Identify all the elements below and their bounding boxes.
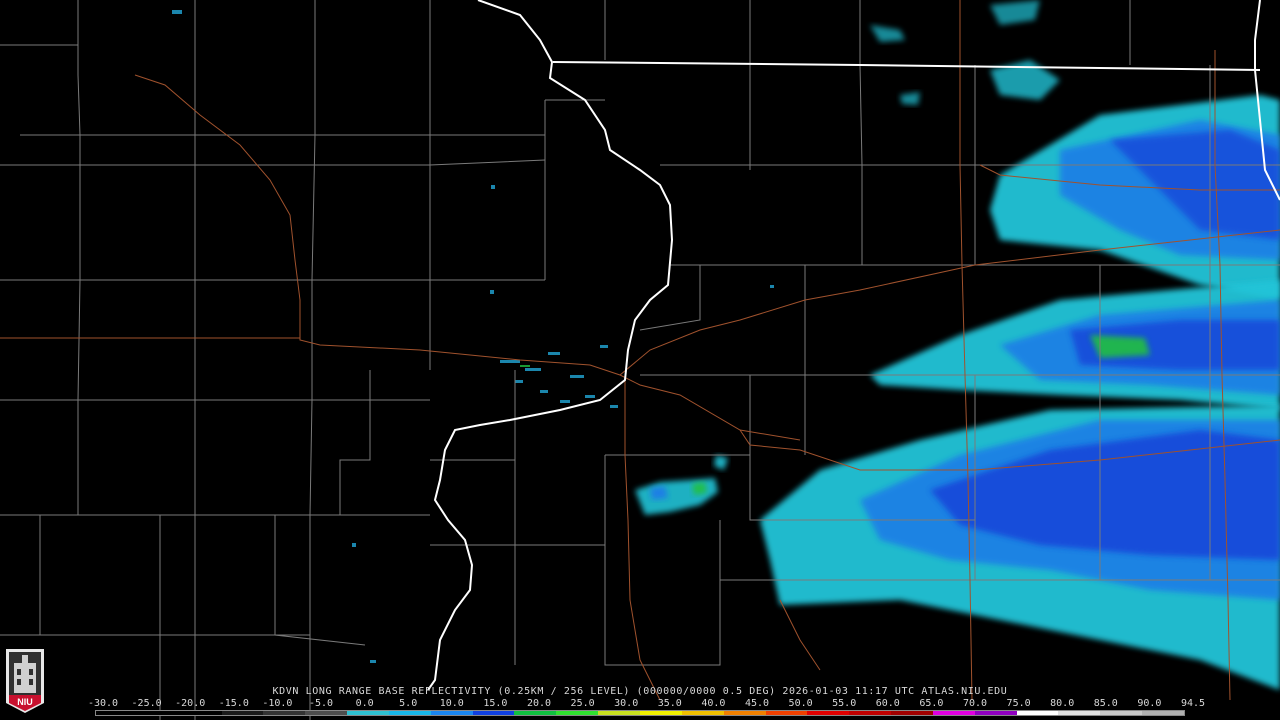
scale-label: -10.0 xyxy=(262,698,293,709)
scale-label: -15.0 xyxy=(218,698,249,709)
scale-label: 45.0 xyxy=(744,698,770,709)
scale-swatch xyxy=(179,711,222,715)
logo-text: NIU xyxy=(17,697,33,707)
scale-label: 85.0 xyxy=(1093,698,1118,709)
scale-label: -20.0 xyxy=(175,698,206,709)
product-caption: KDVN LONG RANGE BASE REFLECTIVITY (0.25K… xyxy=(272,686,1008,697)
niu-logo: NIU xyxy=(6,649,44,713)
scale-swatch xyxy=(1100,711,1143,715)
scale-swatch xyxy=(96,711,138,715)
scale-label: 55.0 xyxy=(832,698,857,709)
scale-swatch xyxy=(681,711,724,715)
scale-swatch xyxy=(472,711,515,715)
scale-swatch xyxy=(514,711,557,715)
scale-label: 30.0 xyxy=(614,698,639,709)
scale-label: 40.0 xyxy=(701,698,726,709)
scale-labels: -30.0 -25.0 -20.0 -15.0 -10.0 -5.0 0.0 5.0 10.0 1… xyxy=(88,698,1205,709)
scale-label: 75.0 xyxy=(1006,698,1031,709)
scale-swatch xyxy=(723,711,766,715)
reflectivity-echoes xyxy=(172,0,1280,690)
scale-swatch xyxy=(765,711,808,715)
scale-label: -5.0 xyxy=(308,698,334,709)
scale-label: -30.0 xyxy=(87,698,119,709)
scale-swatch xyxy=(388,711,431,715)
scale-swatch xyxy=(137,711,180,715)
scale-label: 60.0 xyxy=(875,698,900,709)
iowa-illinois-border xyxy=(427,0,674,691)
scale-label: 35.0 xyxy=(657,698,682,709)
scale-label: -25.0 xyxy=(131,698,162,709)
echo-small-cluster xyxy=(635,478,718,515)
scale-swatch xyxy=(1016,711,1059,715)
reflectivity-color-scale xyxy=(95,710,1185,716)
scale-swatch xyxy=(932,711,975,715)
scale-label: 0.0 xyxy=(355,698,374,709)
echo-green-cell xyxy=(1090,335,1150,358)
scale-label: 20.0 xyxy=(526,698,552,709)
scale-label: 65.0 xyxy=(919,698,944,709)
scale-swatch xyxy=(263,711,306,715)
scale-swatch xyxy=(347,711,389,715)
scale-label: 25.0 xyxy=(570,698,595,709)
scale-swatch xyxy=(849,711,892,715)
scale-swatch xyxy=(221,711,264,715)
scale-swatch xyxy=(891,711,933,715)
scale-label: 15.0 xyxy=(483,698,508,709)
scale-label: 80.0 xyxy=(1050,698,1075,709)
scale-label: 50.0 xyxy=(788,698,813,709)
scale-swatch xyxy=(1142,711,1184,715)
scale-swatch xyxy=(598,711,640,715)
scale-swatch xyxy=(305,711,348,715)
scale-label: 90.0 xyxy=(1137,698,1162,709)
radar-map xyxy=(0,0,1280,720)
scale-label: 94.5 xyxy=(1180,698,1206,709)
scale-swatch xyxy=(556,711,599,715)
scale-label: 5.0 xyxy=(399,698,418,709)
scale-swatch xyxy=(807,711,850,715)
scale-swatch xyxy=(1058,711,1101,715)
scale-swatch xyxy=(430,711,473,715)
scale-swatch xyxy=(639,711,682,715)
minnesota-iowa-border xyxy=(552,61,1261,71)
scale-label: 70.0 xyxy=(962,698,988,709)
scale-swatch xyxy=(974,711,1017,715)
scale-label: 10.0 xyxy=(439,698,464,709)
